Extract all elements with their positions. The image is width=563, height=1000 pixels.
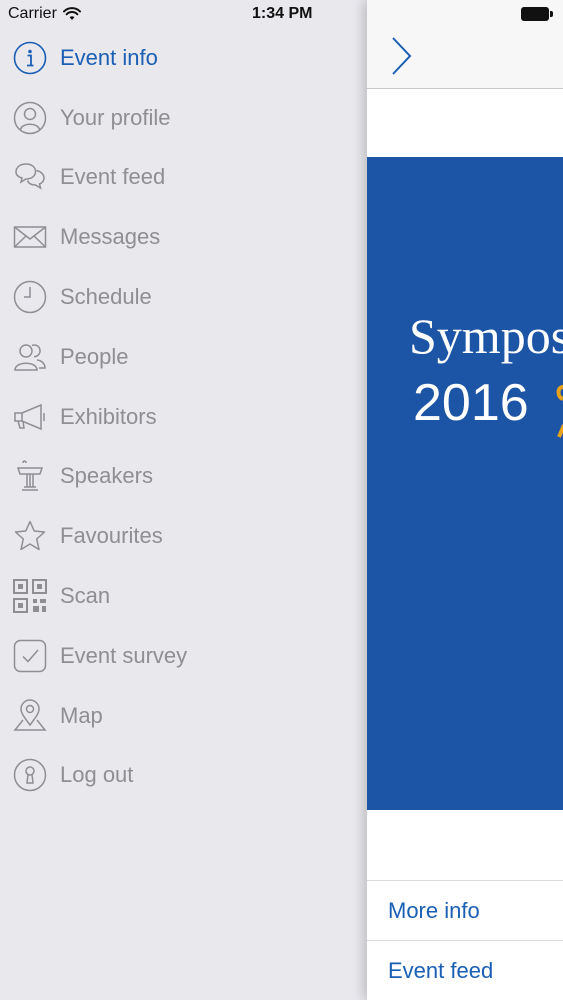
carrier-label: Carrier xyxy=(8,5,57,22)
battery-icon xyxy=(521,7,553,21)
menu-item-label: Messages xyxy=(60,224,161,250)
people-icon xyxy=(12,339,48,375)
clock-icon xyxy=(12,279,48,315)
event-banner: Sympos 2016 xyxy=(367,157,563,810)
menu-item-event-info[interactable]: Event info xyxy=(0,28,368,88)
menu-item-label: Exhibitors xyxy=(60,403,157,429)
side-menu: Event info Your profile Event feed Messa… xyxy=(0,28,368,805)
menu-item-your-profile[interactable]: Your profile xyxy=(0,88,368,148)
menu-item-label: Your profile xyxy=(60,104,171,130)
app-screen: Carrier 1:34 PM Event info Your profile xyxy=(0,0,563,1000)
menu-item-event-survey[interactable]: Event survey xyxy=(0,626,368,686)
menu-item-label: Schedule xyxy=(60,284,152,310)
menu-item-event-feed[interactable]: Event feed xyxy=(0,148,368,208)
event-feed-link[interactable]: Event feed xyxy=(367,940,563,1000)
menu-item-label: People xyxy=(60,343,129,369)
chevron-right-icon[interactable] xyxy=(389,36,413,76)
menu-item-speakers[interactable]: Speakers xyxy=(0,447,368,507)
menu-item-label: Event survey xyxy=(60,642,188,668)
menu-item-favourites[interactable]: Favourites xyxy=(0,506,368,566)
menu-item-label: Log out xyxy=(60,762,134,788)
event-feed-label: Event feed xyxy=(388,958,494,983)
menu-item-map[interactable]: Map xyxy=(0,686,368,746)
chat-bubbles-icon xyxy=(12,159,48,195)
menu-item-scan[interactable]: Scan xyxy=(0,566,368,626)
banner-year: 2016 xyxy=(413,374,529,432)
menu-item-label: Event info xyxy=(60,44,158,70)
checkbox-icon xyxy=(12,638,48,674)
banner-accent-graphic xyxy=(556,385,563,438)
info-icon xyxy=(12,40,48,76)
status-bar: Carrier 1:34 PM xyxy=(0,0,563,30)
menu-item-label: Scan xyxy=(60,583,111,609)
wifi-icon xyxy=(62,7,81,20)
star-icon xyxy=(12,518,48,554)
keyhole-icon xyxy=(12,757,48,793)
menu-item-schedule[interactable]: Schedule xyxy=(0,267,368,327)
status-time: 1:34 PM xyxy=(252,5,313,22)
menu-item-label: Map xyxy=(60,702,103,728)
menu-item-label: Favourites xyxy=(60,523,163,549)
more-info-label: More info xyxy=(388,898,480,923)
menu-item-log-out[interactable]: Log out xyxy=(0,746,368,806)
map-pin-icon xyxy=(12,698,48,734)
qr-code-icon xyxy=(12,578,48,614)
menu-item-label: Speakers xyxy=(60,463,153,489)
megaphone-icon xyxy=(12,399,48,435)
more-info-link[interactable]: More info xyxy=(367,880,563,941)
profile-icon xyxy=(12,100,48,136)
menu-item-people[interactable]: People xyxy=(0,327,368,387)
banner-title: Sympos xyxy=(409,308,563,364)
menu-item-exhibitors[interactable]: Exhibitors xyxy=(0,387,368,447)
menu-item-messages[interactable]: Messages xyxy=(0,207,368,267)
menu-item-label: Event feed xyxy=(60,164,166,190)
carrier-indicator: Carrier xyxy=(8,5,81,23)
main-panel: Sympos 2016 More info Event feed xyxy=(367,0,563,1000)
envelope-icon xyxy=(12,219,48,255)
podium-icon xyxy=(12,458,48,494)
